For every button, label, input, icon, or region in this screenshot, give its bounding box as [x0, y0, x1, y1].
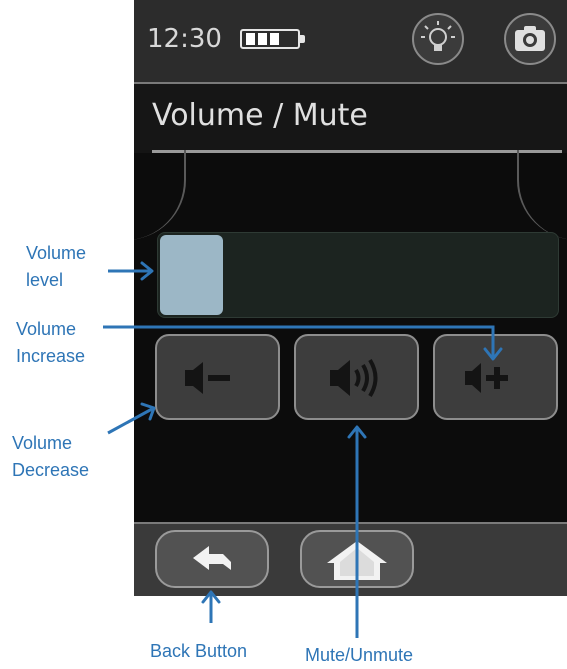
- arrow-volume-increase: [103, 325, 495, 357]
- arrow-volume-decrease: [107, 407, 153, 435]
- annotation-arrows: [103, 261, 503, 638]
